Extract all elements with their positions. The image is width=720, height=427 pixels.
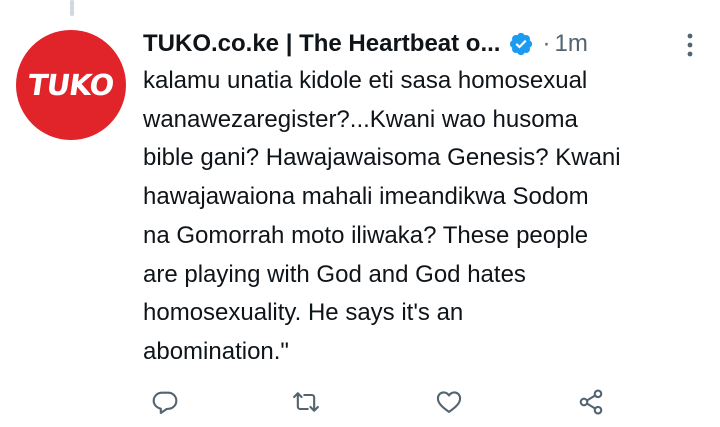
share-button[interactable] xyxy=(571,382,611,422)
tweet-header: TUKO.co.ke | The Heartbeat o... · 1m xyxy=(143,26,700,62)
reply-button[interactable] xyxy=(145,382,185,422)
reply-icon xyxy=(152,391,178,415)
more-vertical-icon[interactable] xyxy=(680,30,700,60)
header-separator: · xyxy=(542,30,551,57)
retweet-button[interactable] xyxy=(286,382,326,422)
retweet-icon xyxy=(293,392,319,412)
share-icon xyxy=(579,389,603,415)
avatar[interactable]: TUKO xyxy=(16,30,126,140)
heart-icon xyxy=(436,391,462,413)
verified-badge-icon xyxy=(508,31,534,57)
like-button[interactable] xyxy=(429,382,469,422)
avatar-logo-text: TUKO xyxy=(26,68,116,102)
tweet-actions xyxy=(143,382,623,422)
timestamp[interactable]: 1m xyxy=(554,30,587,58)
display-name[interactable]: TUKO.co.ke | The Heartbeat o... xyxy=(143,30,500,58)
thread-connector-line xyxy=(70,0,74,16)
tweet-text: kalamu unatia kidole eti sasa homosexual… xyxy=(143,67,621,365)
